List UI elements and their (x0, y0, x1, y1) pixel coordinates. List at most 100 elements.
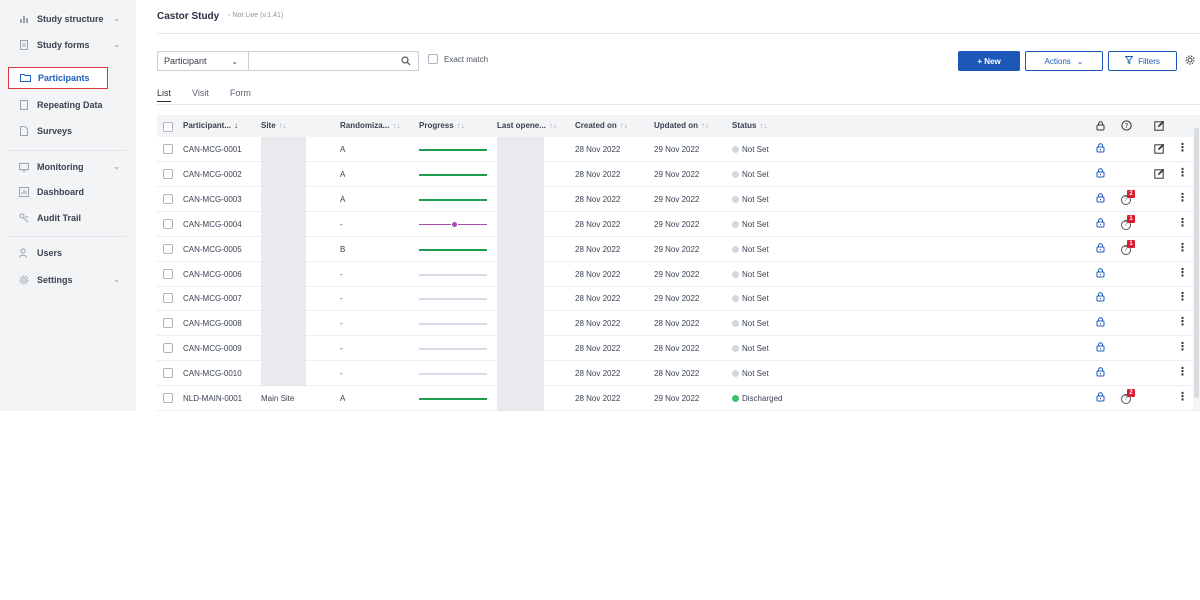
table-row[interactable]: CAN-MCG-0004 - 28 Nov 2022 29 Nov 2022 Not S… (157, 211, 1200, 237)
lock-icon[interactable] (1096, 342, 1105, 354)
row-menu-icon[interactable]: ⋮ (1177, 143, 1188, 154)
randomization-value: - (340, 319, 343, 329)
sidebar-item-audit-trail[interactable]: Audit Trail (8, 207, 128, 229)
column-header-last-opened[interactable]: Last opene... ↑↓ (497, 121, 557, 130)
sidebar-item-monitoring[interactable]: Monitoring ⌄ (8, 156, 128, 178)
row-checkbox[interactable] (163, 218, 173, 229)
row-checkbox[interactable] (163, 393, 173, 403)
participant-id[interactable]: CAN-MCG-0001 (183, 145, 242, 154)
lock-icon[interactable] (1096, 267, 1105, 280)
sidebar-item-settings[interactable]: Settings ⌄ (8, 269, 128, 291)
row-menu-icon[interactable]: ⋮ (1177, 267, 1188, 279)
row-menu-icon[interactable]: ⋮ (1177, 167, 1188, 179)
new-button[interactable]: + New (958, 51, 1020, 71)
search-type-select[interactable]: Participant ⌄ (158, 52, 249, 70)
filters-button[interactable]: Filters (1108, 51, 1177, 71)
lock-icon[interactable] (1096, 367, 1105, 379)
participant-id[interactable]: CAN-MCG-0006 (183, 270, 242, 279)
row-menu-icon[interactable]: ⋮ (1177, 392, 1188, 403)
chevron-down-icon[interactable]: ⌄ (113, 14, 120, 23)
tab-list[interactable]: List (157, 88, 172, 102)
lock-icon[interactable] (1096, 292, 1105, 304)
participant-id[interactable]: CAN-MCG-0002 (183, 170, 242, 179)
participant-id[interactable]: CAN-MCG-0010 (183, 369, 242, 378)
row-menu-icon[interactable]: ⋮ (1177, 217, 1188, 229)
participant-id[interactable]: CAN-MCG-0008 (183, 319, 242, 328)
tab-form[interactable]: Form (230, 88, 251, 102)
participant-id[interactable]: CAN-MCG-0003 (183, 195, 242, 204)
row-menu-icon[interactable]: ⋮ (1177, 367, 1188, 378)
row-checkbox[interactable] (163, 144, 173, 154)
actions-button[interactable]: Actions ⌄ (1025, 51, 1103, 71)
lock-icon[interactable] (1096, 242, 1105, 255)
lock-icon[interactable] (1096, 218, 1105, 230)
row-menu-icon[interactable]: ⋮ (1177, 292, 1188, 303)
row-menu-icon[interactable]: ⋮ (1177, 317, 1188, 328)
participant-id[interactable]: NLD-MAIN-0001 (183, 394, 242, 403)
table-row[interactable]: CAN-MCG-0010 - 28 Nov 2022 28 Nov 2022 Not S… (157, 361, 1200, 387)
row-checkbox[interactable] (163, 193, 173, 204)
edit-icon[interactable] (1154, 168, 1165, 182)
table-row[interactable]: CAN-MCG-0003 A 28 Nov 2022 29 Nov 2022 Not S… (157, 186, 1200, 212)
tab-visit[interactable]: Visit (192, 88, 209, 102)
column-header-randomization[interactable]: Randomiza... ↑↓ (340, 121, 400, 130)
column-header-updated-on[interactable]: Updated on ↑↓ (654, 121, 709, 130)
row-checkbox[interactable] (163, 243, 173, 254)
row-menu-icon[interactable]: ⋮ (1177, 342, 1188, 353)
column-header-created-on[interactable]: Created on ↑↓ (575, 121, 628, 130)
row-checkbox[interactable] (163, 293, 173, 304)
row-menu-icon[interactable]: ⋮ (1177, 242, 1188, 254)
exact-match-toggle[interactable]: Exact match (428, 54, 488, 64)
table-row[interactable]: NLD-MAIN-0001 Main Site A 28 Nov 2022 29 Nov… (157, 386, 1200, 411)
sidebar-item-study-structure[interactable]: Study structure ⌄ (8, 8, 128, 30)
status-label: Not Set (742, 319, 769, 329)
table-settings-gear-icon[interactable] (1185, 55, 1195, 68)
column-header-participant[interactable]: Participant... ↓ (183, 121, 238, 130)
participant-id[interactable]: CAN-MCG-0009 (183, 344, 242, 353)
chevron-down-icon[interactable]: ⌄ (113, 162, 120, 171)
row-checkbox[interactable] (163, 268, 173, 279)
select-all-checkbox[interactable] (163, 122, 173, 132)
table-row[interactable]: CAN-MCG-0005 B 28 Nov 2022 29 Nov 2022 Not S… (157, 236, 1200, 262)
lock-icon[interactable] (1096, 193, 1105, 205)
table-row[interactable]: CAN-MCG-0001 A 28 Nov 2022 29 Nov 2022 Not S… (157, 137, 1200, 162)
row-checkbox[interactable] (163, 343, 173, 354)
table-row[interactable]: CAN-MCG-0009 - 28 Nov 2022 28 Nov 2022 Not S… (157, 336, 1200, 362)
lock-icon[interactable] (1096, 392, 1105, 404)
edit-icon[interactable] (1154, 143, 1165, 157)
row-checkbox[interactable] (163, 168, 173, 179)
sidebar-item-participants[interactable]: Participants (8, 67, 108, 89)
status-badge: Not Set (732, 294, 769, 303)
participant-id[interactable]: CAN-MCG-0007 (183, 294, 242, 303)
last-opened-redacted (497, 286, 544, 312)
chevron-down-icon[interactable]: ⌄ (113, 275, 120, 284)
row-menu-icon[interactable]: ⋮ (1177, 192, 1188, 204)
search-input[interactable] (249, 52, 398, 70)
exact-match-checkbox[interactable] (428, 54, 438, 64)
sidebar-item-study-forms[interactable]: Study forms ⌄ (8, 34, 128, 56)
sidebar-item-repeating-data[interactable]: Repeating Data (8, 94, 128, 116)
table-scrollbar-thumb[interactable] (1194, 128, 1199, 398)
column-header-progress[interactable]: Progress ↑↓ (419, 121, 465, 130)
chevron-down-icon[interactable]: ⌄ (113, 40, 120, 49)
table-row[interactable]: CAN-MCG-0008 - 28 Nov 2022 28 Nov 2022 Not S… (157, 311, 1200, 337)
sidebar-item-dashboard[interactable]: Dashboard (8, 181, 128, 203)
participant-id[interactable]: CAN-MCG-0005 (183, 245, 242, 254)
row-checkbox[interactable] (163, 368, 173, 379)
lock-icon[interactable] (1096, 168, 1105, 180)
lock-icon[interactable] (1096, 317, 1105, 329)
sidebar-item-users[interactable]: Users (8, 242, 128, 264)
search-icon[interactable] (398, 53, 414, 69)
sidebar-item-surveys[interactable]: Surveys (8, 120, 128, 142)
lock-icon[interactable] (1096, 143, 1105, 155)
created-on: 28 Nov 2022 (575, 319, 621, 329)
sort-desc-icon: ↓ (234, 121, 239, 130)
table-row[interactable]: CAN-MCG-0007 - 28 Nov 2022 29 Nov 2022 Not S… (157, 286, 1200, 312)
column-header-status[interactable]: Status ↑↓ (732, 121, 767, 130)
participant-id[interactable]: CAN-MCG-0004 (183, 220, 242, 229)
column-header-site[interactable]: Site ↑↓ (261, 121, 287, 130)
table-row[interactable]: CAN-MCG-0006 - 28 Nov 2022 29 Nov 2022 Not S… (157, 261, 1200, 287)
table-row[interactable]: CAN-MCG-0002 A 28 Nov 2022 29 Nov 2022 Not S… (157, 161, 1200, 187)
document-icon (18, 99, 30, 111)
row-checkbox[interactable] (163, 318, 173, 329)
